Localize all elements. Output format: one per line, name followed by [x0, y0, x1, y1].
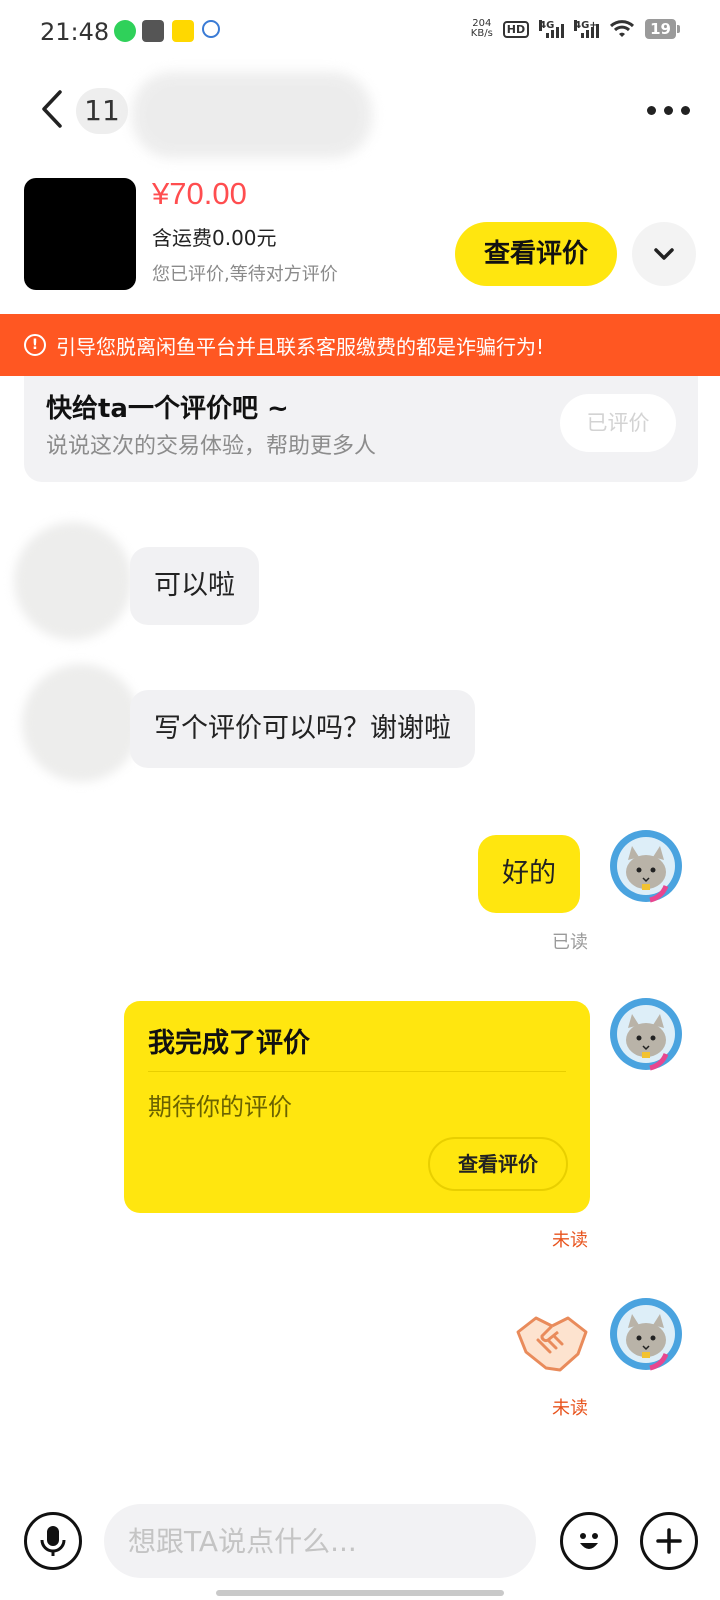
chat-notification-icon: [202, 20, 220, 38]
read-status: 已读: [552, 932, 588, 953]
network-speed: 204 KB/s: [470, 18, 493, 39]
chat-header: 11: [0, 70, 720, 158]
home-indicator[interactable]: [216, 1590, 504, 1596]
view-evaluation-card-button[interactable]: 查看评价: [428, 1137, 568, 1191]
message-bubble-outgoing[interactable]: 好的: [478, 835, 580, 913]
shipping-info: 含运费0.00元: [152, 226, 277, 250]
self-avatar[interactable]: [606, 994, 686, 1074]
cat-astronaut-avatar-icon: [606, 826, 686, 906]
fraud-warning-banner: ! 引导您脱离闲鱼平台并且联系客服缴费的都是诈骗行为!: [0, 314, 720, 376]
emoji-button[interactable]: [560, 1512, 618, 1570]
smiley-face-icon: [580, 1533, 598, 1549]
product-summary: ¥70.00 含运费0.00元 您已评价,等待对方评价 查看评价: [0, 176, 720, 310]
voice-input-button[interactable]: [24, 1512, 82, 1570]
xianyu-notification-icon: [172, 20, 194, 42]
plus-icon: [656, 1528, 682, 1554]
unread-count-badge: 11: [76, 88, 128, 134]
status-bar: 21:48 204 KB/s HD 4G 4G+ 19: [0, 0, 720, 66]
expand-button[interactable]: [632, 222, 696, 286]
contact-name-redacted: [132, 72, 372, 158]
contact-avatar[interactable]: [14, 522, 132, 640]
battery-indicator: 19: [645, 19, 680, 39]
microphone-icon: [40, 1526, 66, 1556]
divider: [148, 1071, 566, 1072]
review-prompt-title: 快给ta一个评价吧 ~: [46, 394, 289, 424]
warning-text: 引导您脱离闲鱼平台并且联系客服缴费的都是诈骗行为!: [56, 334, 545, 359]
hd-voice-badge: HD: [502, 20, 530, 38]
contact-avatar[interactable]: [22, 664, 140, 782]
evaluation-card-subtitle: 期待你的评价: [148, 1093, 292, 1121]
unread-status: 未读: [552, 1230, 588, 1251]
handshake-sticker-icon[interactable]: [512, 1310, 592, 1376]
evaluation-message-card[interactable]: 我完成了评价 期待你的评价 查看评价: [124, 1001, 590, 1213]
self-avatar[interactable]: [606, 1294, 686, 1374]
review-prompt-card: 快给ta一个评价吧 ~ 说说这次的交易体验，帮助更多人 已评价: [24, 370, 698, 482]
more-options-button[interactable]: [647, 106, 690, 115]
reviewed-button[interactable]: 已评价: [560, 394, 676, 452]
signal-icon: 4G: [539, 20, 565, 38]
status-time: 21:48: [40, 18, 110, 46]
app-notification-icon: [114, 20, 136, 42]
product-thumbnail[interactable]: [24, 178, 136, 290]
unread-status: 未读: [552, 1398, 588, 1419]
self-avatar[interactable]: [606, 826, 686, 906]
message-bubble-incoming[interactable]: 写个评价可以吗？谢谢啦: [130, 690, 475, 768]
message-input-bar: [0, 1498, 720, 1582]
cat-astronaut-avatar-icon: [606, 994, 686, 1074]
signal-icon-2: 4G+: [574, 20, 600, 38]
cat-astronaut-avatar-icon: [606, 1294, 686, 1374]
chevron-down-icon: [654, 248, 674, 260]
alert-icon: !: [24, 334, 46, 356]
review-prompt-subtitle: 说说这次的交易体验，帮助更多人: [46, 434, 377, 459]
evaluation-status: 您已评价,等待对方评价: [152, 264, 338, 285]
wifi-icon: [610, 20, 635, 37]
message-bubble-incoming[interactable]: 可以啦: [130, 547, 259, 625]
status-right-group: 204 KB/s HD 4G 4G+ 19: [470, 18, 680, 39]
back-arrow-icon[interactable]: [34, 86, 70, 132]
more-actions-button[interactable]: [640, 1512, 698, 1570]
view-evaluation-button[interactable]: 查看评价: [455, 222, 617, 286]
storage-notification-icon: [142, 20, 164, 42]
message-input[interactable]: [104, 1504, 536, 1578]
product-price: ¥70.00: [152, 176, 247, 211]
evaluation-card-title: 我完成了评价: [148, 1028, 310, 1059]
